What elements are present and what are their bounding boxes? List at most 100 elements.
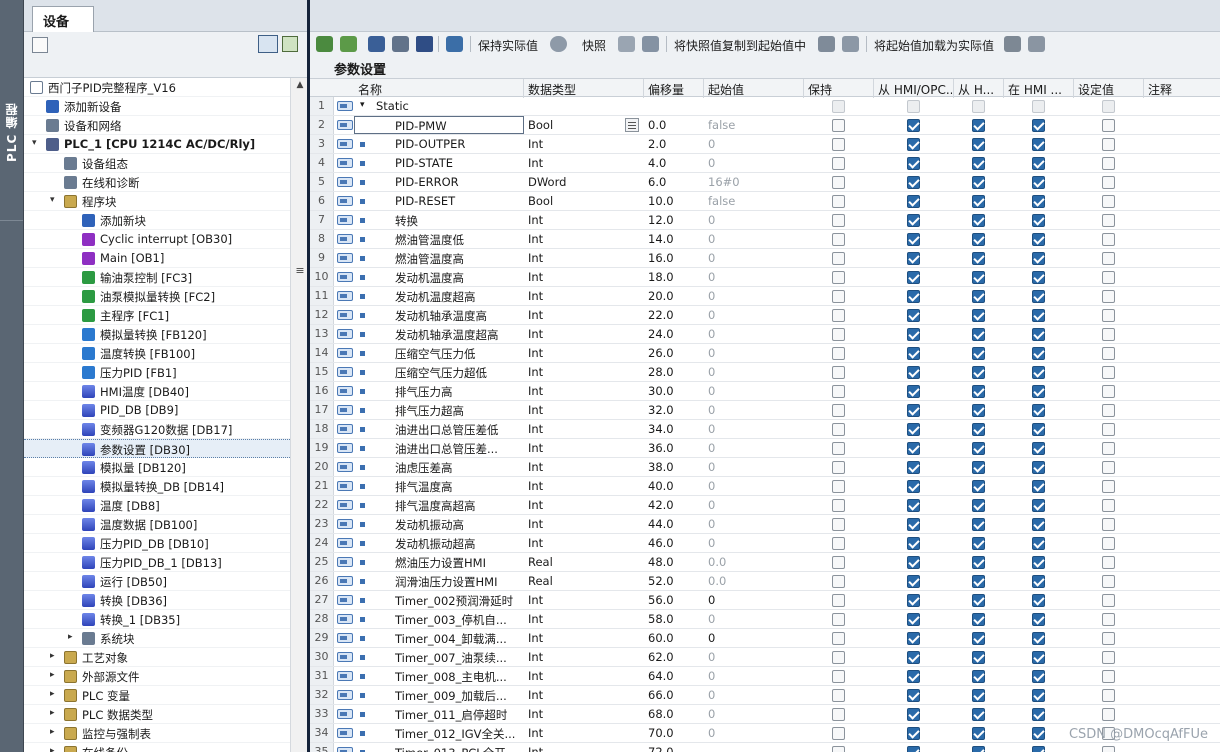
column-header-name[interactable]: 名称 [358, 81, 518, 98]
hmi-visible-checkbox[interactable] [1032, 195, 1045, 208]
collapse-arrow-icon[interactable]: ▾ [32, 138, 42, 150]
data-type-cell[interactable]: Int [528, 441, 638, 455]
setpoint-checkbox[interactable] [1102, 100, 1115, 113]
hmi-access-checkbox[interactable] [907, 575, 920, 588]
tree-item[interactable]: 压力PID [FB1] [24, 363, 290, 382]
column-header-visible-hmi[interactable]: 在 HMI ... [1008, 81, 1072, 98]
retain-checkbox[interactable] [832, 537, 845, 550]
collapse-arrow-icon[interactable]: ▾ [24, 81, 26, 93]
setpoint-checkbox[interactable] [1102, 708, 1115, 721]
data-type-cell[interactable]: Int [528, 745, 638, 752]
variable-name-cell[interactable]: Timer_012_IGV全关... [395, 726, 523, 742]
data-type-cell[interactable]: Int [528, 270, 638, 284]
start-value-cell[interactable]: 0 [708, 726, 803, 740]
hmi-visible-checkbox[interactable] [1032, 594, 1045, 607]
tree-item[interactable]: 模拟量 [DB120] [24, 458, 290, 477]
hmi-write-checkbox[interactable] [972, 556, 985, 569]
retain-checkbox[interactable] [832, 613, 845, 626]
data-type-cell[interactable]: Int [528, 289, 638, 303]
data-type-cell[interactable]: Int [528, 631, 638, 645]
insert-row-icon[interactable] [316, 36, 333, 52]
retain-checkbox[interactable] [832, 385, 845, 398]
variable-name-cell[interactable]: 油进出口总管压差... [395, 441, 523, 457]
hmi-access-checkbox[interactable] [907, 613, 920, 626]
data-type-cell[interactable]: Int [528, 536, 638, 550]
hmi-write-checkbox[interactable] [972, 708, 985, 721]
table-row[interactable]: 23 发动机振动高 Int 44.0 0 [310, 515, 1220, 534]
table-row[interactable]: 19 油进出口总管压差... Int 36.0 0 [310, 439, 1220, 458]
setpoint-checkbox[interactable] [1102, 537, 1115, 550]
hmi-visible-checkbox[interactable] [1032, 746, 1045, 752]
data-type-cell[interactable]: Bool [528, 118, 638, 132]
variable-name-cell[interactable]: 压缩空气压力超低 [395, 365, 523, 381]
setpoint-checkbox[interactable] [1102, 404, 1115, 417]
table-row[interactable]: 35 Timer_013_PCL全开... Int 72.0 [310, 743, 1220, 752]
tree-item[interactable]: ▸ PLC 变量 [24, 686, 290, 705]
start-value-cell[interactable]: 0 [708, 612, 803, 626]
retain-checkbox[interactable] [832, 461, 845, 474]
hmi-write-checkbox[interactable] [972, 233, 985, 246]
retain-checkbox[interactable] [832, 366, 845, 379]
start-value-cell[interactable]: 0 [708, 403, 803, 417]
setpoint-checkbox[interactable] [1102, 176, 1115, 189]
hmi-access-checkbox[interactable] [907, 271, 920, 284]
hmi-access-checkbox[interactable] [907, 214, 920, 227]
tree-item[interactable]: 主程序 [FC1] [24, 306, 290, 325]
retain-checkbox[interactable] [832, 309, 845, 322]
start-value-cell[interactable]: 16#0 [708, 175, 803, 189]
setpoint-checkbox[interactable] [1102, 480, 1115, 493]
keep-actual-values-button[interactable]: 保持实际值 [478, 37, 538, 54]
hmi-write-checkbox[interactable] [972, 214, 985, 227]
data-type-dropdown-icon[interactable] [625, 118, 639, 132]
hmi-write-checkbox[interactable] [972, 727, 985, 740]
variable-name-cell[interactable]: 燃油管温度高 [395, 251, 523, 267]
retain-checkbox[interactable] [832, 138, 845, 151]
setpoint-checkbox[interactable] [1102, 385, 1115, 398]
hmi-visible-checkbox[interactable] [1032, 309, 1045, 322]
load-start-as-actual-button[interactable]: 将起始值加载为实际值 [874, 37, 994, 54]
monitor-icon[interactable] [446, 36, 463, 52]
retain-checkbox[interactable] [832, 176, 845, 189]
hmi-visible-checkbox[interactable] [1032, 575, 1045, 588]
scroll-grip-icon[interactable]: ≡ [293, 264, 307, 280]
data-type-cell[interactable]: Int [528, 707, 638, 721]
setpoint-checkbox[interactable] [1102, 442, 1115, 455]
table-row[interactable]: 3 PID-OUTPER Int 2.0 0 [310, 135, 1220, 154]
variable-name-cell[interactable]: 润滑油压力设置HMI [395, 574, 523, 590]
data-type-cell[interactable]: Int [528, 650, 638, 664]
hmi-access-checkbox[interactable] [907, 708, 920, 721]
hmi-visible-checkbox[interactable] [1032, 271, 1045, 284]
variable-name-cell[interactable]: Timer_004_卸载满... [395, 631, 523, 647]
hmi-visible-checkbox[interactable] [1032, 385, 1045, 398]
setpoint-checkbox[interactable] [1102, 252, 1115, 265]
retain-checkbox[interactable] [832, 233, 845, 246]
retain-checkbox[interactable] [832, 708, 845, 721]
variable-name-cell[interactable]: Timer_007_油泵续... [395, 650, 523, 666]
table-row[interactable]: 26 润滑油压力设置HMI Real 52.0 0.0 [310, 572, 1220, 591]
setpoint-checkbox[interactable] [1102, 461, 1115, 474]
data-type-cell[interactable]: Int [528, 726, 638, 740]
overview-view-icon[interactable] [258, 35, 278, 53]
snapshot-compare-icon[interactable] [642, 36, 659, 52]
setpoint-checkbox[interactable] [1102, 670, 1115, 683]
start-value-cell[interactable]: 0 [708, 346, 803, 360]
hmi-visible-checkbox[interactable] [1032, 328, 1045, 341]
variable-name-cell[interactable]: PID-ERROR [395, 175, 523, 189]
column-header-retain[interactable]: 保持 [808, 81, 872, 98]
data-type-cell[interactable]: Bool [528, 194, 638, 208]
hmi-write-checkbox[interactable] [972, 100, 985, 113]
retain-checkbox[interactable] [832, 442, 845, 455]
hmi-access-checkbox[interactable] [907, 309, 920, 322]
hmi-write-checkbox[interactable] [972, 366, 985, 379]
variable-name-cell[interactable]: PID-OUTPER [395, 137, 523, 151]
hmi-write-checkbox[interactable] [972, 138, 985, 151]
retain-checkbox[interactable] [832, 157, 845, 170]
hmi-access-checkbox[interactable] [907, 233, 920, 246]
start-value-cell[interactable]: 0 [708, 289, 803, 303]
tree-item[interactable]: 转换_1 [DB35] [24, 610, 290, 629]
data-type-cell[interactable]: Int [528, 156, 638, 170]
variable-name-cell[interactable]: Timer_003_停机自... [395, 612, 523, 628]
variable-name-cell[interactable]: PID-STATE [395, 156, 523, 170]
table-row[interactable]: 13 发动机轴承温度超高 Int 24.0 0 [310, 325, 1220, 344]
tree-export-icon[interactable] [282, 36, 298, 52]
